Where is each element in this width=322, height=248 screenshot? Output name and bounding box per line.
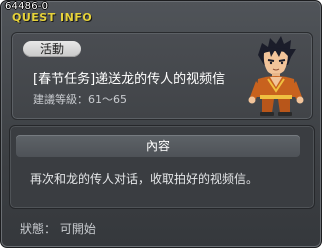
window-title: QUEST INFO <box>12 11 93 24</box>
content-header: 內容 <box>16 135 300 157</box>
content-panel: 內容 再次和龙的传人对话，收取拍好的视频信。 <box>9 125 315 209</box>
quest-summary-panel: 活動 [春节任务]递送龙的传人的视频信 建議等級：61～65 <box>11 32 313 120</box>
npc-portrait <box>248 36 304 116</box>
quest-level-range: 建議等級：61～65 <box>33 93 127 106</box>
content-text: 再次和龙的传人对话，收取拍好的视频信。 <box>30 172 259 186</box>
quest-name: [春节任务]递送龙的传人的视频信 <box>33 72 226 87</box>
category-badge: 活動 <box>23 41 81 57</box>
quest-status: 狀態： 可開始 <box>20 222 96 236</box>
quest-info-window: 64486-0 QUEST INFO 活動 [春节任务]递送龙的传人的视频信 建… <box>0 0 322 248</box>
